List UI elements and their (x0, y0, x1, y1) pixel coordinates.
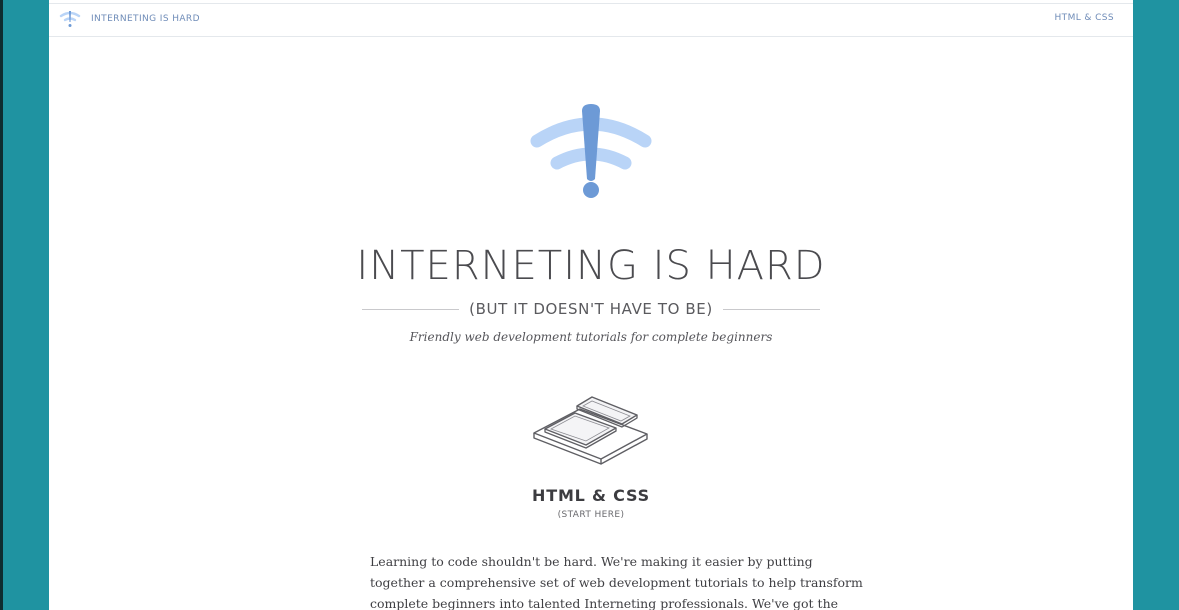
intro-line: together a comprehensive set of web deve… (370, 575, 863, 590)
stacked-devices-icon (511, 388, 671, 472)
intro-paragraph: Learning to code shouldn't be hard. We'r… (370, 551, 863, 610)
browser-page: INTERNETING IS HARD HTML & CSS INTERNETI… (49, 0, 1133, 610)
subtitle-left-rule (362, 308, 460, 310)
card-title: HTML & CSS (532, 486, 650, 505)
top-navigation-bar: INTERNETING IS HARD HTML & CSS (49, 3, 1133, 37)
hero-subtitle-row: (BUT IT DOESN'T HAVE TO BE) (362, 299, 820, 319)
subtitle-right-rule (722, 308, 820, 310)
site-name: INTERNETING IS HARD (91, 14, 200, 24)
hero-subtitle: (BUT IT DOESN'T HAVE TO BE) (469, 300, 713, 318)
html-css-tutorial-card[interactable]: HTML & CSS (START HERE) (511, 388, 671, 520)
exclamation-signal-hero-icon (528, 99, 654, 207)
nav-html-css-link[interactable]: HTML & CSS (1055, 13, 1115, 23)
intro-line: complete beginners into talented Interne… (370, 596, 839, 610)
intro-line: Learning to code shouldn't be hard. We'r… (370, 554, 813, 569)
hero-tagline: Friendly web development tutorials for c… (409, 330, 773, 344)
home-logo-link[interactable]: INTERNETING IS HARD (59, 10, 200, 28)
hero-title: INTERNETING IS HARD (356, 243, 826, 289)
exclamation-signal-logo-icon (59, 10, 81, 28)
screen-edge (0, 0, 3, 610)
card-subtitle: (START HERE) (557, 510, 625, 520)
